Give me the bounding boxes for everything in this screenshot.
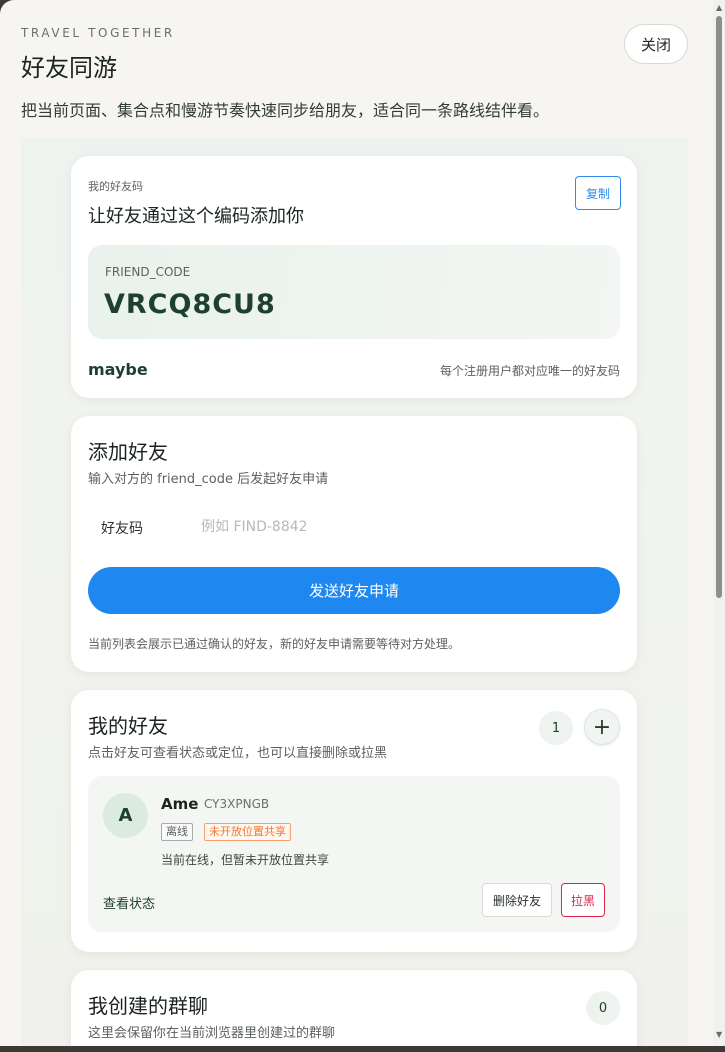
friends-count-badge: 1 [539, 711, 573, 745]
friend-name: Ame [161, 795, 199, 813]
friend-code-card: 我的好友码 让好友通过这个编码添加你 复制 FRIEND_CODE VRCQ8C… [71, 156, 637, 398]
friend-status-text: 当前在线，但暂未开放位置共享 [161, 853, 330, 867]
add-friend-note: 当前列表会展示已通过确认的好友，新的好友申请需要等待对方处理。 [88, 637, 461, 651]
scrollbar-thumb[interactable] [716, 16, 722, 598]
status-badge-location: 未开放位置共享 [204, 823, 291, 841]
friend-code-field-label: 好友码 [101, 521, 143, 537]
my-groups-card: 我创建的群聊 这里会保留你在当前浏览器里创建过的群聊 0 [71, 970, 637, 1046]
send-friend-request-button[interactable]: 发送好友申请 [88, 567, 620, 614]
friend-code-box: FRIEND_CODE VRCQ8CU8 [88, 245, 620, 339]
plus-icon: + [592, 714, 612, 740]
scroll-down-arrow-icon[interactable]: ▼ [716, 1030, 722, 1039]
eyebrow-text: TRAVEL TOGETHER [21, 26, 175, 40]
add-friend-button[interactable]: + [584, 709, 620, 745]
username: maybe [88, 360, 148, 379]
scroll-up-arrow-icon[interactable]: ▲ [716, 3, 722, 12]
my-friends-card: 我的好友 点击好友可查看状态或定位，也可以直接删除或拉黑 1 + A Ame C… [71, 690, 637, 952]
page-subtitle: 把当前页面、集合点和慢游节奏快速同步给朋友，适合同一条路线结伴看。 [21, 101, 550, 120]
add-friend-desc: 输入对方的 friend_code 后发起好友申请 [88, 472, 329, 487]
friend-code-label: FRIEND_CODE [105, 265, 191, 279]
my-groups-heading: 我创建的群聊 [88, 994, 208, 1018]
friend-code-input[interactable] [201, 512, 581, 542]
my-friends-heading: 我的好友 [88, 714, 168, 738]
block-friend-button[interactable]: 拉黑 [561, 883, 605, 917]
scrollbar[interactable]: ▲ ▼ [713, 0, 725, 1046]
friend-code-value: VRCQ8CU8 [104, 289, 276, 320]
groups-count-badge: 0 [586, 991, 620, 1025]
friend-code-hint: 每个注册用户都对应唯一的好友码 [439, 364, 620, 378]
my-groups-desc: 这里会保留你在当前浏览器里创建过的群聊 [88, 1026, 336, 1041]
travel-together-modal: TRAVEL TOGETHER 好友同游 把当前页面、集合点和慢游节奏快速同步给… [0, 0, 713, 1046]
my-friends-desc: 点击好友可查看状态或定位，也可以直接删除或拉黑 [88, 746, 388, 761]
add-friend-heading: 添加好友 [88, 440, 168, 464]
friend-code-small-label: 我的好友码 [88, 180, 143, 193]
view-status-link[interactable]: 查看状态 [103, 893, 155, 912]
close-button[interactable]: 关闭 [624, 24, 688, 64]
list-item[interactable]: A Ame CY3XPNGB 离线 未开放位置共享 当前在线，但暂未开放位置共享… [88, 776, 620, 932]
copy-button[interactable]: 复制 [575, 176, 621, 210]
status-badge-offline: 离线 [161, 823, 193, 841]
page-title: 好友同游 [21, 54, 117, 82]
delete-friend-button[interactable]: 删除好友 [482, 883, 552, 917]
avatar: A [103, 793, 148, 838]
friend-code-text: CY3XPNGB [204, 797, 270, 811]
friend-code-heading: 让好友通过这个编码添加你 [88, 206, 304, 227]
add-friend-card: 添加好友 输入对方的 friend_code 后发起好友申请 好友码 发送好友申… [71, 416, 637, 672]
